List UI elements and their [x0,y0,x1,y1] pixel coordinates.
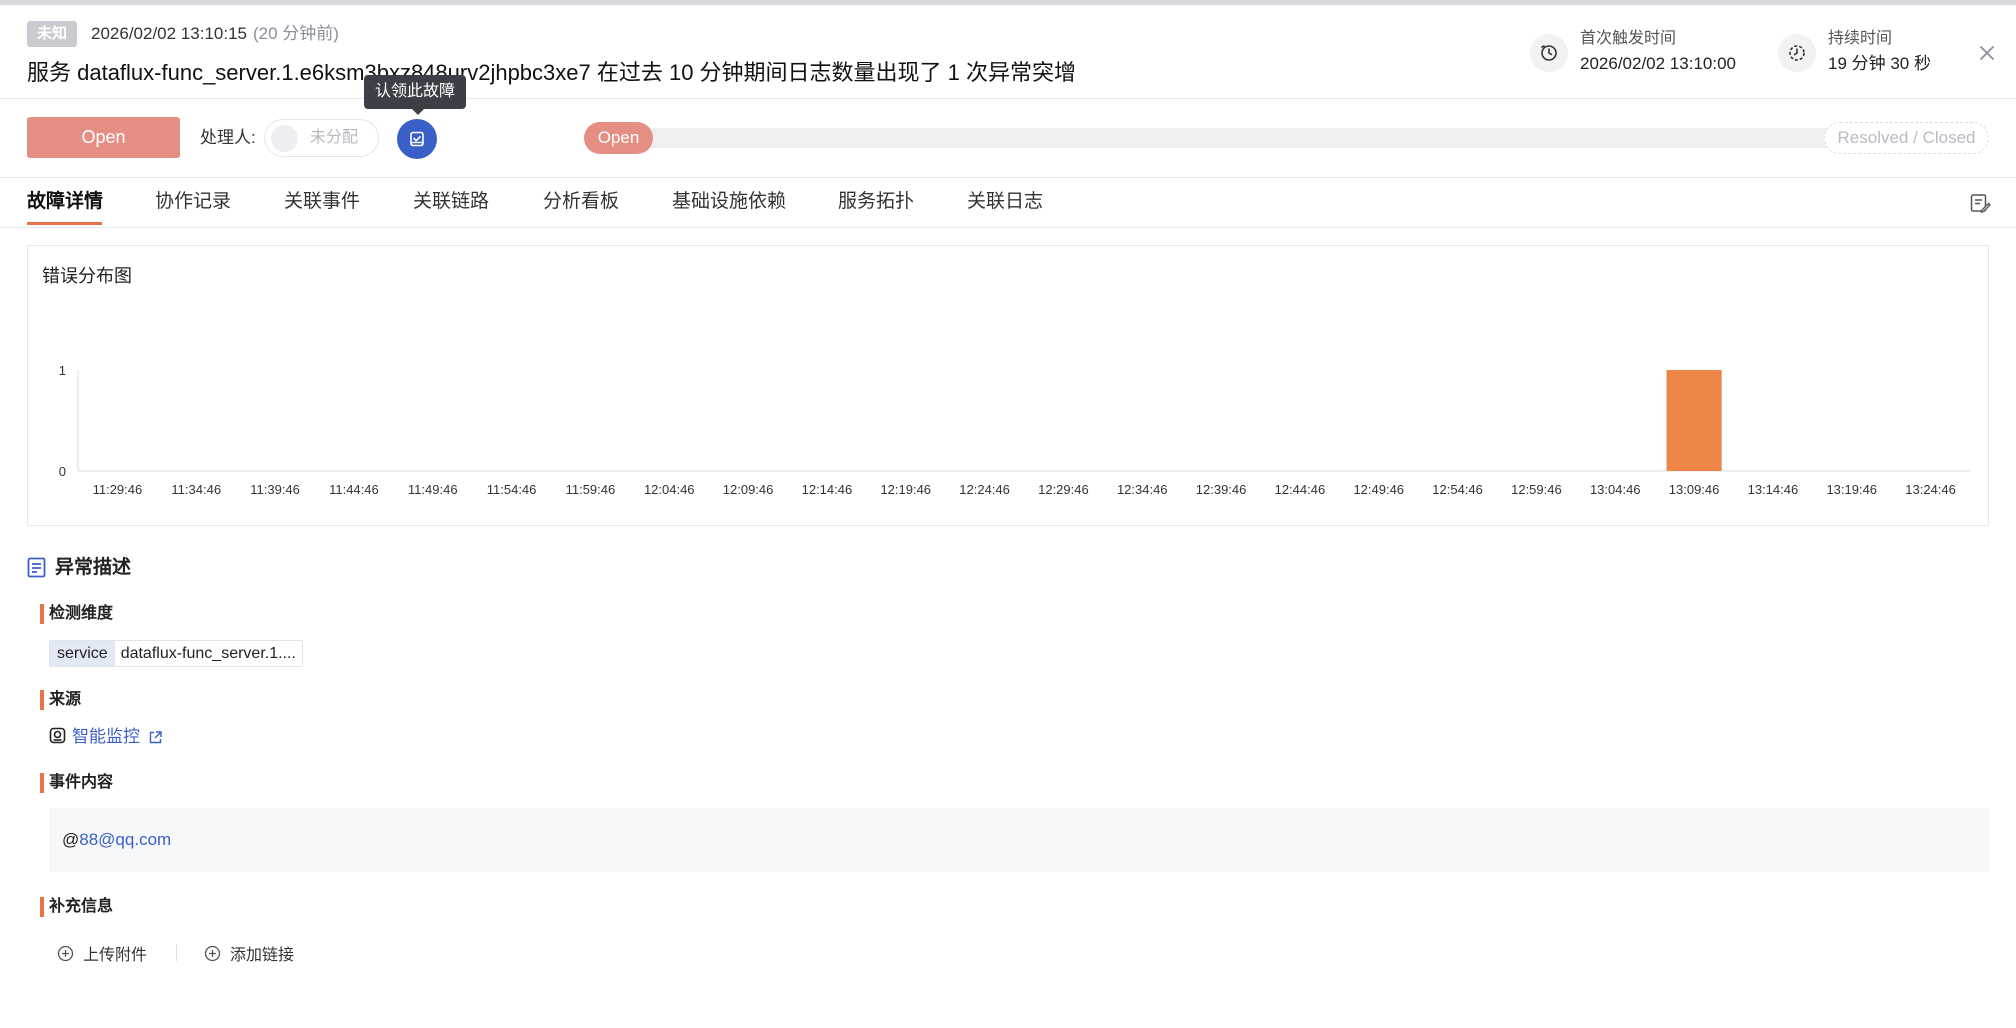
claim-icon [410,131,424,147]
tab-related-events[interactable]: 关联事件 [284,186,360,218]
action-divider [0,177,2016,178]
x-tick-label: 11:49:46 [408,482,458,497]
event-content-heading: 事件内容 [40,773,113,793]
x-tick-label: 12:29:46 [1038,482,1089,497]
upload-attachment-button[interactable]: 上传附件 [57,942,147,964]
timer-icon [1778,34,1816,72]
avatar [271,125,298,152]
tab-related-logs[interactable]: 关联日志 [967,186,1043,218]
x-tick-label: 12:04:46 [644,482,695,497]
duration-label: 持续时间 [1828,30,1893,47]
progress-start-node: Open [584,122,653,154]
x-tick-label: 12:59:46 [1511,482,1562,497]
assignee-select[interactable]: 未分配 [264,119,379,157]
error-distribution-chart: 0 1 11:29:46 11:34:46 11:39:46 11:44:46 11:49:… [59,363,1970,497]
tab-divider [0,227,2016,228]
plus-circle-icon [57,945,74,961]
header-timestamp: 2026/02/02 13:10:15 (20 分钟前) [91,23,339,45]
open-status-button[interactable]: Open [27,117,180,158]
extra-info-heading: 补充信息 [40,897,113,917]
x-tick-label: 12:14:46 [802,482,853,497]
x-tick-label: 13:04:46 [1590,482,1641,497]
handler-label: 处理人: [200,128,256,147]
y-tick-label: 0 [59,464,66,479]
event-content-box: @88@qq.com [49,808,1989,872]
x-tick-label: 12:54:46 [1432,482,1483,497]
x-tick-label: 11:29:46 [93,482,143,497]
x-tick-label: 11:59:46 [566,482,616,497]
x-tick-label: 13:09:46 [1669,482,1720,497]
tab-related-traces[interactable]: 关联链路 [413,186,489,218]
x-tick-label: 11:44:46 [329,482,379,497]
dimension-key: service [50,641,115,666]
event-content-text: @88@qq.com [62,829,171,851]
x-tick-label: 12:09:46 [723,482,774,497]
x-tick-label: 11:54:46 [487,482,537,497]
document-icon [27,557,46,578]
content-mention[interactable]: 88@qq.com [79,830,171,849]
tooltip-arrow [411,108,425,115]
tab-incident-detail[interactable]: 故障详情 [27,186,103,218]
progress-end-node[interactable]: Resolved / Closed [1824,122,1989,154]
tab-collaboration-log[interactable]: 协作记录 [155,186,231,218]
x-tick-label: 11:34:46 [171,482,221,497]
top-border [0,0,2016,5]
section-title-description: 异常描述 [55,557,132,578]
page-title: 服务 dataflux-func_server.1.e6ksm3bxz848ur… [27,60,1077,85]
dimension-chip: service dataflux-func_server.1.... [49,640,303,667]
x-tick-label: 11:39:46 [250,482,300,497]
x-tick-label: 12:49:46 [1353,482,1404,497]
source-link-smart-monitor[interactable]: 智能监控 [72,726,140,748]
edit-note-icon[interactable] [1969,192,1991,214]
x-tick-label: 13:14:46 [1748,482,1799,497]
x-tick-label: 13:19:46 [1826,482,1877,497]
action-separator [176,944,177,961]
status-progress-track [584,128,1988,148]
close-icon[interactable] [1976,42,1998,64]
x-tick-label: 12:24:46 [959,482,1010,497]
duration-block: 持续时间 19 分钟 30 秒 [1778,28,1958,78]
y-tick-label: 1 [59,363,66,378]
claim-incident-button[interactable] [397,119,437,159]
content-prefix: @ [62,830,80,849]
duration-value: 19 分钟 30 秒 [1828,54,1931,73]
monitor-robot-icon [49,727,66,744]
external-link-icon[interactable] [148,730,163,745]
plus-circle-icon [204,945,221,961]
tab-service-topology[interactable]: 服务拓扑 [838,186,914,218]
assignee-placeholder: 未分配 [310,129,359,146]
add-link-label: 添加链接 [230,947,295,964]
header-time-ago: (20 分钟前) [252,24,339,43]
tab-analysis-dashboard[interactable]: 分析看板 [543,186,619,218]
clock-icon [1530,34,1568,72]
active-tab-indicator [27,222,102,225]
x-tick-label: 13:24:46 [1905,482,1956,497]
tab-infrastructure[interactable]: 基础设施依赖 [672,186,786,218]
header-time-value: 2026/02/02 13:10:15 [91,24,247,43]
tab-bar: 故障详情 协作记录 关联事件 关联链路 分析看板 基础设施依赖 服务拓扑 关联日… [27,186,1987,226]
source-heading: 来源 [40,690,81,710]
header-divider [0,98,2016,99]
x-tick-label: 12:19:46 [880,482,931,497]
first-trigger-block: 首次触发时间 2026/02/02 13:10:00 [1530,28,1750,78]
first-trigger-label: 首次触发时间 [1580,30,1677,47]
add-link-button[interactable]: 添加链接 [204,942,294,964]
error-distribution-panel: 错误分布图 0 1 11:29:46 11:34:46 11:39:46 11:44:46… [27,245,1989,526]
upload-attachment-label: 上传附件 [83,947,148,964]
detection-dimension-heading: 检测维度 [40,604,113,624]
chart-bar [1666,370,1722,471]
x-tick-label: 12:44:46 [1275,482,1326,497]
x-tick-label: 12:39:46 [1196,482,1247,497]
claim-tooltip: 认领此故障 [364,75,467,109]
dimension-value: dataflux-func_server.1.... [120,645,296,662]
x-tick-label: 12:34:46 [1117,482,1168,497]
first-trigger-value: 2026/02/02 13:10:00 [1580,54,1736,73]
status-badge: 未知 [27,21,78,47]
